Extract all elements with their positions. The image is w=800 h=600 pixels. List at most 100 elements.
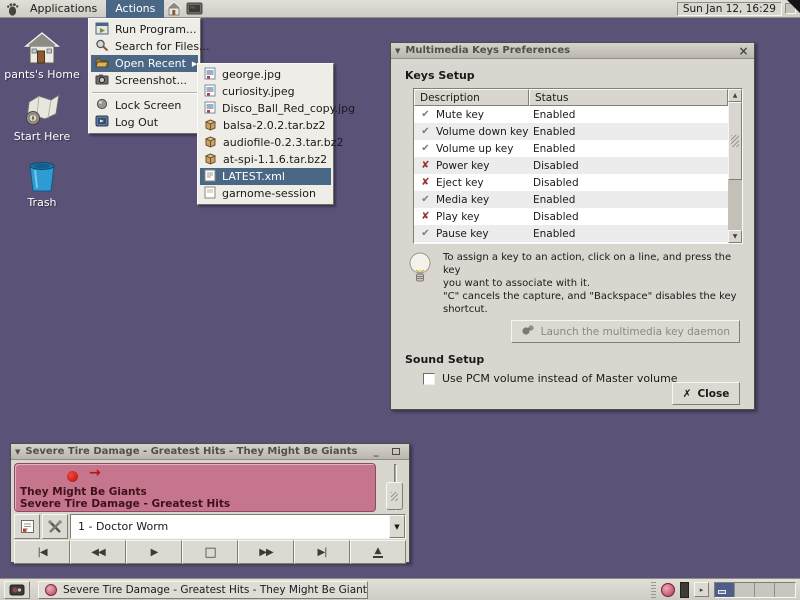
column-header-status[interactable]: Status — [529, 89, 728, 106]
tray-expand-button[interactable]: ▸ — [694, 582, 709, 597]
workspace-switcher — [714, 582, 796, 598]
close-window-button[interactable]: × — [737, 45, 750, 57]
playlist-button[interactable] — [14, 514, 40, 539]
menubar-applications[interactable]: Applications — [21, 0, 106, 18]
fast-forward-button[interactable]: ▶▶ — [238, 540, 294, 564]
recent-item[interactable]: LATEST.xml — [200, 168, 331, 185]
track-selector[interactable]: 1 - Doctor Worm ▼ — [70, 514, 406, 539]
recent-item[interactable]: curiosity.jpeg — [200, 83, 331, 100]
menu-item-log-out[interactable]: Log Out — [91, 114, 198, 131]
start-here-icon — [4, 92, 80, 128]
next-track-button[interactable]: ▶| — [294, 540, 350, 564]
close-button[interactable]: ✗ Close — [672, 382, 740, 405]
table-row[interactable]: ✘ Power key Disabled — [414, 157, 728, 174]
status-mark-icon: ✔ — [419, 126, 432, 137]
tray-drag-handle[interactable] — [651, 582, 656, 598]
open-folder-icon — [95, 56, 109, 71]
clock-applet[interactable]: Sun Jan 12, 16:29 — [677, 2, 782, 16]
clock-text: Sun Jan 12, 16:29 — [683, 3, 776, 15]
menu-item-search-for-files[interactable]: Search for Files... — [91, 38, 198, 55]
window-shade-icon[interactable]: ▼ — [395, 47, 400, 55]
table-row[interactable]: ✔ Pause key Enabled — [414, 225, 728, 242]
recent-item-label: audiofile-0.2.3.tar.bz2 — [223, 136, 344, 149]
window-shade-icon[interactable]: ▼ — [15, 448, 20, 456]
thumb-grip — [731, 135, 739, 147]
scroll-up-icon[interactable]: ▲ — [728, 89, 742, 102]
workspace-4[interactable] — [775, 583, 795, 597]
previous-track-button[interactable]: |◀ — [14, 540, 70, 564]
key-status: Disabled — [533, 160, 579, 172]
play-button[interactable]: ▶ — [126, 540, 182, 564]
actions-label: Actions — [115, 2, 155, 15]
recent-item[interactable]: audiofile-0.2.3.tar.bz2 — [200, 134, 331, 151]
stop-button[interactable]: □ — [182, 540, 238, 564]
menu-item-run-program[interactable]: Run Program... — [91, 21, 198, 38]
recent-item[interactable]: george.jpg — [200, 66, 331, 83]
table-row[interactable]: ✘ Eject key Disabled — [414, 174, 728, 191]
table-row[interactable]: ✔ Volume down key Enabled — [414, 123, 728, 140]
dialog-titlebar[interactable]: ▼ Multimedia Keys Preferences × — [391, 43, 754, 59]
recent-item-label: Disco_Ball_Red_copy.jpg — [222, 102, 355, 115]
menu-item-lock-screen[interactable]: Lock Screen — [91, 97, 198, 114]
column-header-description[interactable]: Description — [414, 89, 529, 106]
recent-item[interactable]: Disco_Ball_Red_copy.jpg — [200, 100, 331, 117]
screenshot-launcher-icon[interactable] — [186, 2, 203, 16]
hint-line: "C" cancels the capture, and "Backspace"… — [443, 290, 740, 303]
show-desktop-button[interactable] — [4, 581, 30, 599]
menu-item-open-recent[interactable]: Open Recent ▶ — [91, 55, 198, 72]
launch-row: Launch the multimedia key daemon — [405, 320, 740, 343]
display-album: Severe Tire Damage - Greatest Hits — [20, 498, 230, 510]
desktop-icon-home[interactable]: pants's Home — [4, 32, 80, 81]
status-mark-icon: ✘ — [419, 177, 432, 188]
key-description: Eject key — [436, 177, 529, 189]
scrollbar-thumb[interactable] — [728, 102, 742, 180]
volume-slider[interactable] — [383, 464, 407, 511]
maximize-icon — [392, 448, 400, 455]
status-mark-icon: ✔ — [419, 143, 432, 154]
table-row[interactable]: ✔ Media key Enabled — [414, 191, 728, 208]
bottom-taskbar: Severe Tire Damage - Greatest Hits - The… — [0, 578, 800, 600]
workspace-2[interactable] — [735, 583, 755, 597]
maximize-button[interactable] — [389, 446, 402, 458]
eject-button[interactable]: ▲ — [350, 540, 406, 564]
table-row[interactable]: ✔ Volume up key Enabled — [414, 140, 728, 157]
tray-monitor-icon[interactable] — [680, 582, 689, 598]
launch-daemon-button[interactable]: Launch the multimedia key daemon — [511, 320, 740, 343]
slider-handle[interactable] — [386, 482, 403, 510]
scroll-down-icon[interactable]: ▼ — [728, 230, 742, 243]
workspace-1[interactable] — [715, 583, 735, 597]
mixer-button[interactable] — [42, 514, 68, 539]
taskbar-task-button[interactable]: Severe Tire Damage - Greatest Hits - The… — [38, 581, 368, 599]
mouse-cursor — [787, 0, 800, 13]
minimize-button[interactable]: _ — [369, 446, 382, 458]
keys-table: Description Status ✔ Mute key Enabled ✔ … — [413, 88, 743, 244]
key-status: Disabled — [533, 211, 579, 223]
tray-player-icon[interactable] — [661, 583, 675, 597]
menu-item-label: Screenshot... — [115, 74, 187, 87]
desktop-icon-start-here[interactable]: Start Here — [4, 92, 80, 143]
menu-item-screenshot[interactable]: Screenshot... — [91, 72, 198, 89]
player-titlebar[interactable]: ▼ Severe Tire Damage - Greatest Hits - T… — [11, 444, 409, 460]
recent-item[interactable]: garnome-session — [200, 185, 331, 202]
table-row[interactable]: ✔ Mute key Enabled — [414, 106, 728, 123]
dialog-body: Keys Setup Description Status ✔ Mute key… — [391, 59, 754, 410]
recent-item[interactable]: balsa-2.0.2.tar.bz2 — [200, 117, 331, 134]
rewind-icon: ◀◀ — [91, 547, 104, 558]
menu-item-label: Lock Screen — [115, 99, 181, 112]
trash-can-icon — [4, 158, 80, 194]
workspace-3[interactable] — [755, 583, 775, 597]
key-status: Enabled — [533, 194, 575, 206]
home-launcher-icon[interactable] — [166, 1, 182, 16]
desktop-icon-trash[interactable]: Trash — [4, 158, 80, 209]
pcm-checkbox[interactable] — [423, 373, 435, 385]
rewind-button[interactable]: ◀◀ — [70, 540, 126, 564]
combo-arrow-icon[interactable]: ▼ — [389, 515, 405, 538]
table-scrollbar[interactable]: ▲ ▼ — [728, 89, 742, 243]
table-row[interactable]: ✘ Play key Disabled — [414, 208, 728, 225]
run-program-icon — [95, 22, 109, 38]
recent-item[interactable]: at-spi-1.1.6.tar.bz2 — [200, 151, 331, 168]
menubar-actions[interactable]: Actions — [106, 0, 164, 18]
key-status: Enabled — [533, 109, 575, 121]
close-x-icon: ✗ — [683, 388, 692, 400]
sound-setup-heading: Sound Setup — [405, 353, 740, 366]
